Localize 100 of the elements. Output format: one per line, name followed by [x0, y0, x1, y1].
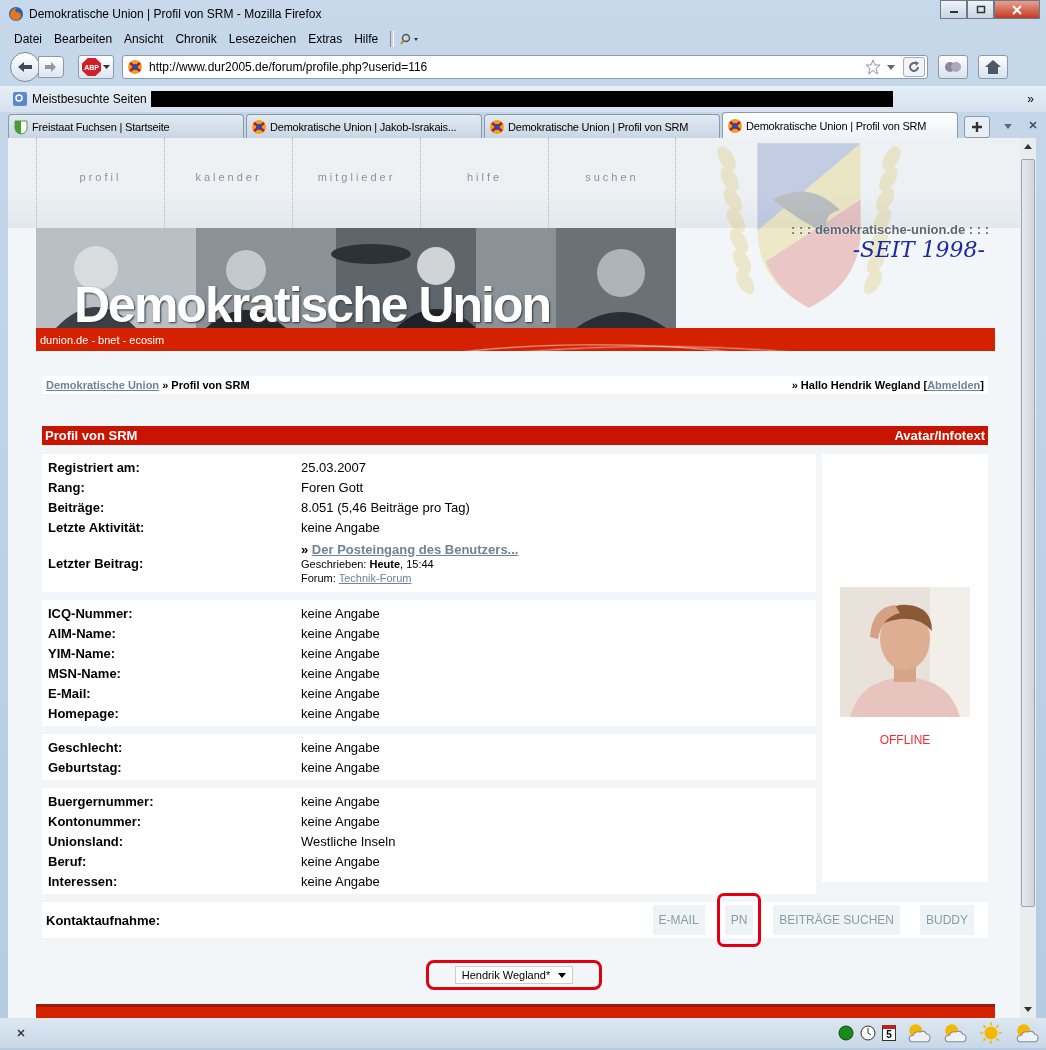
new-tab-button[interactable] [964, 116, 990, 138]
reload-button[interactable] [903, 57, 925, 77]
field-value: keine Angabe [301, 759, 380, 775]
field-label: Geburtstag: [48, 759, 123, 775]
field-value: keine Angabe [301, 665, 380, 681]
field-label: ICQ-Nummer: [48, 605, 134, 621]
minimize-button[interactable] [940, 0, 967, 19]
cloud-sun-icon[interactable] [1014, 1022, 1040, 1044]
field-label: Unionsland: [48, 833, 125, 849]
field-value: keine Angabe [301, 853, 380, 869]
scroll-up-icon[interactable] [1024, 144, 1032, 149]
crest-icon [251, 118, 267, 135]
search-icon[interactable] [400, 33, 421, 45]
breadcrumb: Demokratische Union » Profil von SRM [46, 379, 250, 391]
field-label: Letzter Beitrag: [48, 555, 145, 571]
browser-tab[interactable]: Demokratische Union | Profil von SRM [722, 112, 958, 138]
toolbar-button[interactable] [938, 55, 968, 79]
window-title: Demokratische Union | Profil von SRM - Mozilla Firefox [29, 7, 322, 21]
maximize-icon [975, 5, 986, 14]
banner-title: Demokratische Union [74, 276, 550, 328]
close-icon [1011, 4, 1023, 15]
slogan: -SEIT 1998- [852, 237, 985, 262]
field-label: Geschlecht: [48, 739, 124, 755]
menu-item[interactable]: Bearbeiten [48, 32, 119, 46]
field-label: Registriert am: [48, 459, 141, 475]
field-label: Interessen: [48, 873, 119, 889]
crest-icon [127, 59, 143, 75]
field-label: Letzte Aktivität: [48, 519, 146, 535]
field-value: keine Angabe [301, 605, 380, 621]
menu-item[interactable]: Hilfe [348, 32, 385, 46]
url-field[interactable]: http://www.dur2005.de/forum/profile.php?userid=116 [122, 55, 928, 79]
browser-tab[interactable]: Demokratische Union | Jakob-Israkais... [246, 114, 482, 138]
cloud-sun-icon[interactable] [906, 1022, 932, 1044]
logout-link[interactable]: Abmelden [927, 379, 981, 391]
scroll-thumb[interactable] [1021, 159, 1035, 907]
field-label: Beiträge: [48, 499, 106, 515]
field-value: 8.051 (5,46 Beiträge pro Tag) [301, 499, 470, 515]
bookmark-folder[interactable]: Meistbesuchte Seiten [32, 92, 147, 106]
field-label: Rang: [48, 479, 86, 495]
menu-item[interactable]: Ansicht [118, 32, 170, 46]
caret-icon[interactable] [1004, 124, 1012, 129]
close-icon[interactable] [1028, 120, 1038, 130]
field-value: keine Angabe [301, 685, 380, 701]
crest-icon [489, 118, 505, 135]
plus-icon [971, 121, 983, 133]
contact-label: Kontaktaufnahme: [46, 912, 162, 928]
field-label: Homepage: [48, 705, 120, 721]
profile-title: Profil von SRM [45, 428, 138, 443]
field-value: keine Angabe [301, 645, 380, 661]
field-value: keine Angabe [301, 813, 380, 829]
menu-item[interactable]: Chronik [169, 32, 223, 46]
field-label: AIM-Name: [48, 625, 117, 641]
crest-icon [727, 117, 743, 134]
clock-icon[interactable] [860, 1025, 876, 1041]
field-value: 25.03.2007 [301, 459, 367, 475]
scroll-down-icon[interactable] [1024, 1007, 1032, 1012]
menu-item[interactable]: Lesezeichen [222, 32, 303, 46]
field-value: Westliche Inseln [301, 833, 396, 849]
bookmark-icon [12, 91, 28, 107]
circles-icon [943, 60, 963, 74]
last-post-line: » Der Posteingang des Benutzers... [301, 541, 519, 557]
scrollbar[interactable] [1020, 138, 1036, 1018]
star-icon[interactable] [865, 59, 881, 75]
bookmarks-overflow[interactable]: » [1027, 92, 1034, 106]
post-forum: Forum: Technik-Forum [301, 570, 413, 585]
maximize-button[interactable] [967, 0, 994, 19]
browser-tab[interactable]: Demokratische Union | Profil von SRM [484, 114, 720, 138]
field-value: Foren Gott [301, 479, 364, 495]
back-button[interactable] [10, 52, 40, 82]
user-dropdown[interactable]: Hendrik Wegland* [454, 966, 574, 984]
forum-link[interactable]: Technik-Forum [338, 571, 412, 584]
reload-icon [908, 61, 920, 73]
home-icon [984, 59, 1002, 75]
post-link[interactable]: Der Posteingang des Benutzers... [311, 541, 519, 557]
site-tagline: : : : demokratische-union.de : : : [791, 222, 989, 237]
shield-icon [13, 118, 29, 135]
back-arrow-icon [16, 60, 34, 74]
banner-links: dunion.de - bnet - ecosim [40, 333, 165, 346]
menu-item[interactable]: Datei [8, 32, 48, 46]
field-label: Beruf: [48, 853, 88, 869]
calendar-icon[interactable]: 5 [882, 1025, 896, 1041]
forward-arrow-icon [44, 61, 58, 73]
caret-icon [558, 972, 567, 978]
field-value: keine Angabe [301, 873, 380, 889]
caret-icon[interactable] [887, 64, 895, 70]
cloud-sun-icon[interactable] [942, 1022, 968, 1044]
post-date: Geschrieben: Heute, 15:44 [301, 557, 435, 571]
browser-tab[interactable]: Freistaat Fuchsen | Startseite [8, 114, 244, 138]
breadcrumb-link[interactable]: Demokratische Union [46, 379, 160, 391]
home-button[interactable] [978, 55, 1008, 79]
close-icon[interactable] [16, 1028, 26, 1038]
close-button[interactable] [994, 0, 1040, 19]
status-dot-icon[interactable] [838, 1025, 854, 1041]
caret-icon [103, 64, 110, 70]
menu-item[interactable]: Extras [302, 32, 349, 46]
greeting: » Hallo Hendrik Wegland [Abmelden] [791, 379, 984, 391]
field-value: keine Angabe [301, 519, 380, 535]
field-value: keine Angabe [301, 739, 380, 755]
field-label: Buergernummer: [48, 793, 155, 809]
field-label: E-Mail: [48, 685, 92, 701]
